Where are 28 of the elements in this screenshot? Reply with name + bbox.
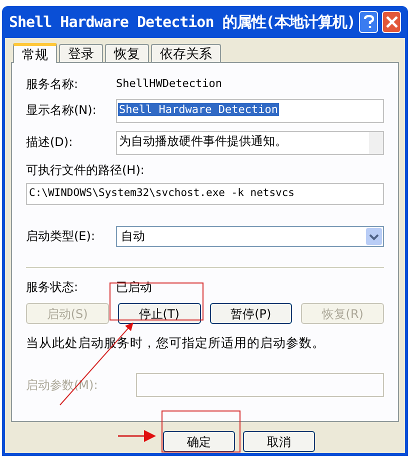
close-icon <box>386 16 398 28</box>
help-button[interactable] <box>359 11 378 33</box>
display-name-field[interactable]: Shell Hardware Detection <box>116 99 384 123</box>
field-label: 启动类型(E): <box>26 228 96 245</box>
description-field: 为自动播放硬件事件提供通知。 <box>116 131 384 155</box>
field-label: 服务名称: <box>26 76 80 93</box>
hint-text: 当从此处启动服务时，您可指定所适用的启动参数。 <box>26 334 326 352</box>
dialog-button[interactable]: 确定 <box>163 431 235 452</box>
tab[interactable]: 依存关系 <box>151 44 221 62</box>
tab[interactable]: 恢复 <box>105 44 149 62</box>
start-params-field[interactable] <box>136 372 384 397</box>
arrow <box>118 430 156 442</box>
control-button[interactable]: 停止(T) <box>118 303 200 324</box>
dialog-button[interactable]: 取消 <box>243 431 315 452</box>
tab[interactable]: 常规 <box>13 43 57 63</box>
field-label: 服务状态: <box>26 279 80 296</box>
path-field: C:\WINDOWS\System32\svchost.exe -k netsvcs <box>26 183 384 205</box>
control-button[interactable]: 暂停(P) <box>210 303 292 324</box>
service-name: ShellHWDetection <box>116 76 222 92</box>
tab[interactable]: 登录 <box>59 44 103 62</box>
window-title: Shell Hardware Detection 的属性(本地计算机) <box>9 12 356 33</box>
help-icon <box>362 15 375 29</box>
scroll-bar[interactable] <box>369 132 383 154</box>
startup-type-dropdown[interactable]: 自动 <box>116 226 384 246</box>
close-button[interactable] <box>382 11 401 33</box>
field-label: 显示名称(N): <box>26 102 98 119</box>
field-label: 描述(D): <box>26 134 74 151</box>
field-label: 可执行文件的路径(H): <box>26 162 146 179</box>
